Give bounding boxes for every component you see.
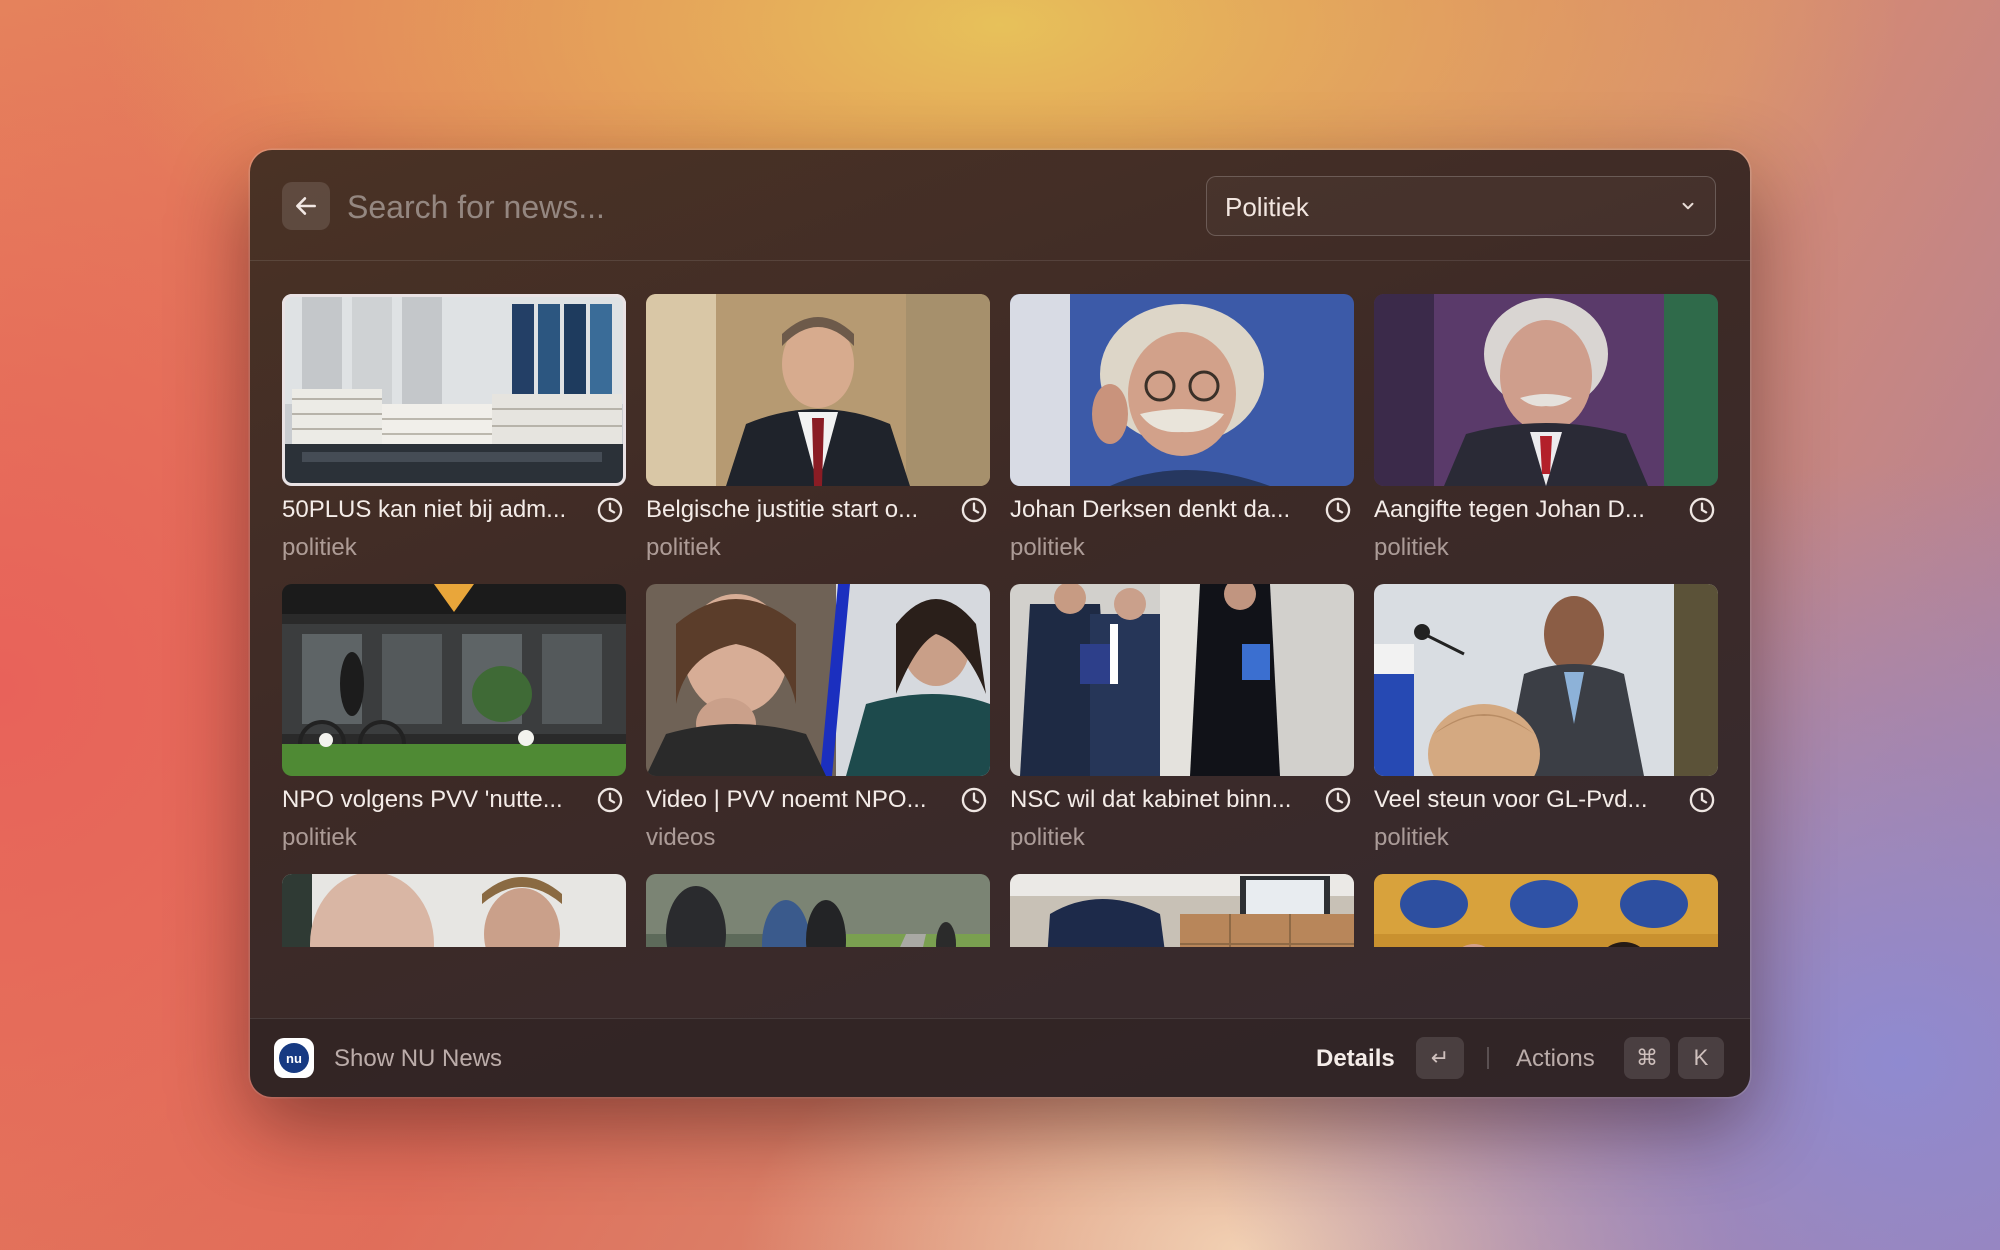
news-thumbnail [1374,584,1718,776]
category-dropdown[interactable]: Politiek [1206,176,1716,236]
news-title: NSC wil dat kabinet binn... [1010,786,1292,813]
news-title: 50PLUS kan niet bij adm... [282,496,567,523]
news-category: politiek [1010,824,1085,851]
extension-window: Politiek [250,150,1750,1097]
k-key-hint: K [1678,1037,1724,1079]
command-key-hint: ⌘ [1624,1037,1670,1079]
news-title: Johan Derksen denkt da... [1010,496,1291,523]
back-button[interactable] [282,182,330,230]
news-thumbnail [646,584,990,776]
news-title: NPO volgens PVV 'nutte... [282,786,563,813]
news-title: Video | PVV noemt NPO... [646,786,927,813]
news-thumbnail [1010,294,1354,486]
clock-icon [1689,497,1715,523]
enter-key-hint: ↵ [1416,1037,1464,1079]
news-thumbnail [1374,874,1718,947]
category-dropdown-value: Politiek [1225,192,1309,222]
news-thumbnail [646,294,990,486]
nu-news-logo-icon: nu [274,1038,314,1078]
actions-button[interactable]: Actions [1516,1045,1595,1073]
news-thumbnail [1374,294,1718,486]
footer-divider [1487,1047,1489,1069]
news-title: Aangifte tegen Johan D... [1374,496,1645,523]
app-title: Show NU News [334,1045,503,1072]
arrow-left-icon [296,197,316,215]
details-action[interactable]: Details [1316,1045,1395,1073]
news-category: politiek [1010,534,1085,561]
news-title: Veel steun voor GL-Pvd... [1374,786,1648,813]
news-grid: 50PLUS kan niet bij adm... politiek Belg… [282,294,1718,947]
news-category: politiek [646,534,721,561]
news-category: politiek [282,824,357,851]
chevron-down-icon [1682,202,1694,210]
action-bar: nu Show NU News Details ↵ Actions ⌘ K [250,1018,1750,1097]
news-category: videos [646,824,716,851]
clock-icon [597,497,623,523]
clock-icon [1689,787,1715,813]
news-thumbnail [282,294,626,486]
nu-news-logo-text: nu [279,1043,309,1073]
search-bar: Politiek [250,150,1750,261]
clock-icon [1325,497,1351,523]
news-thumbnail [646,874,990,947]
clock-icon [597,787,623,813]
news-category: politiek [282,534,357,561]
news-thumbnail [1010,584,1354,776]
news-thumbnail [1010,874,1354,947]
news-thumbnail [282,584,626,776]
clock-icon [961,787,987,813]
news-thumbnail [282,874,626,947]
clock-icon [961,497,987,523]
news-title: Belgische justitie start o... [646,496,919,523]
search-input[interactable] [345,178,1149,236]
clock-icon [1325,787,1351,813]
news-category: politiek [1374,534,1449,561]
news-category: politiek [1374,824,1449,851]
